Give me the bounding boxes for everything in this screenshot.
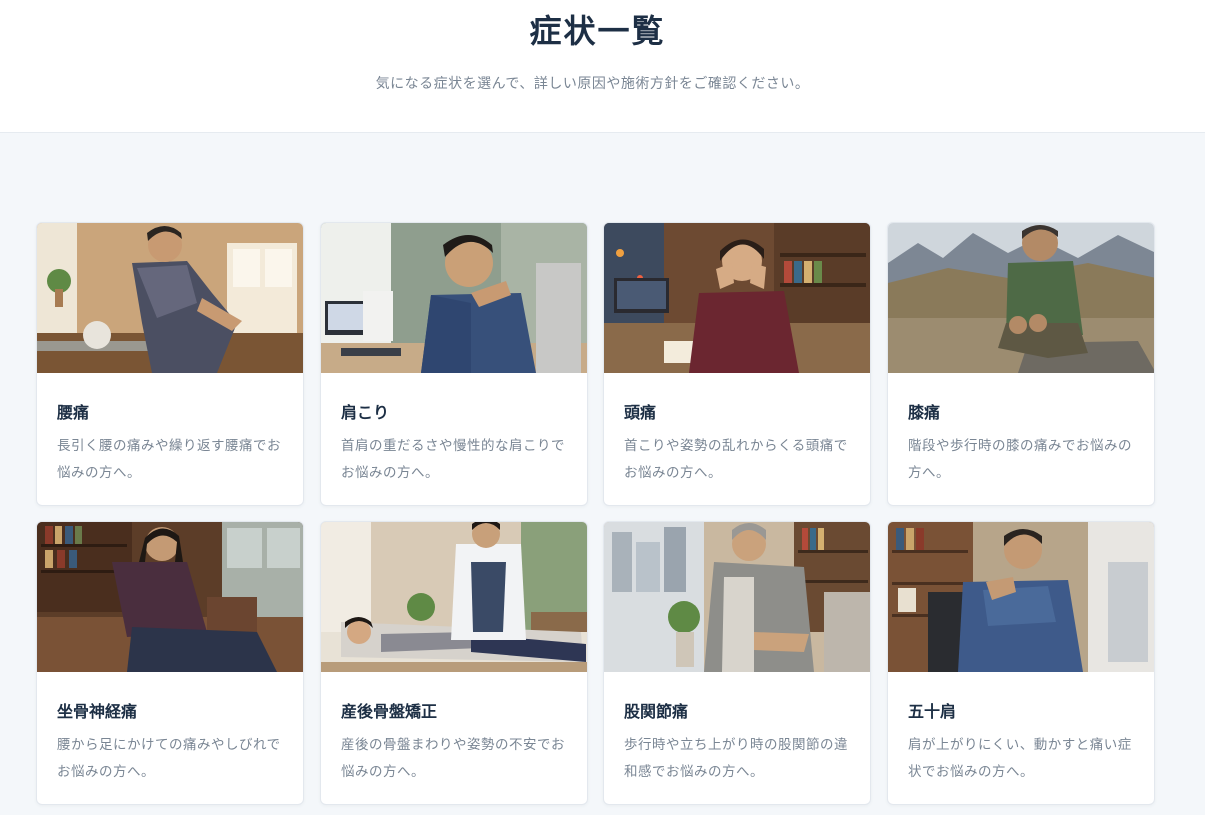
symptom-description: 長引く腰の痛みや繰り返す腰痛でお悩みの方へ。	[57, 438, 281, 481]
page-title: 症状一覧	[529, 12, 666, 50]
symptom-title: 股関節痛	[624, 702, 689, 721]
symptom-photo-sciatica	[37, 522, 303, 672]
symptom-title: 五十肩	[908, 702, 957, 721]
symptom-title: 産後骨盤矯正	[341, 702, 438, 721]
symptom-card-lower-back-pain[interactable]: 腰痛 長引く腰の痛みや繰り返す腰痛でお悩みの方へ。	[36, 222, 304, 506]
symptom-description: 肩が上がりにくい、動かすと痛い症状でお悩みの方へ。	[908, 737, 1132, 780]
symptom-photo-frozen-shoulder	[888, 522, 1154, 672]
symptom-photo-stiff-shoulders	[321, 223, 587, 373]
symptom-description: 首こりや姿勢の乱れからくる頭痛でお悩みの方へ。	[624, 438, 848, 481]
symptom-card-sciatica[interactable]: 坐骨神経痛 腰から足にかけての痛みやしびれでお悩みの方へ。	[36, 521, 304, 805]
symptom-card-headache[interactable]: 頭痛 首こりや姿勢の乱れからくる頭痛でお悩みの方へ。	[603, 222, 871, 506]
symptom-description: 産後の骨盤まわりや姿勢の不安でお悩みの方へ。	[341, 737, 565, 780]
symptom-description: 腰から足にかけての痛みやしびれでお悩みの方へ。	[57, 737, 281, 780]
page-subtitle: 気になる症状を選んで、詳しい原因や施術方針をご確認ください。	[375, 76, 810, 92]
symptom-title: 腰痛	[57, 403, 90, 422]
symptom-card-hip-joint-pain[interactable]: 股関節痛 歩行時や立ち上がり時の股関節の違和感でお悩みの方へ。	[603, 521, 871, 805]
symptom-card-frozen-shoulder[interactable]: 五十肩 肩が上がりにくい、動かすと痛い症状でお悩みの方へ。	[887, 521, 1155, 805]
symptom-card-stiff-shoulders[interactable]: 肩こり 首肩の重だるさや慢性的な肩こりでお悩みの方へ。	[320, 222, 588, 506]
symptom-description: 階段や歩行時の膝の痛みでお悩みの方へ。	[908, 438, 1132, 481]
symptom-card-postpartum-pelvis[interactable]: 産後骨盤矯正 産後の骨盤まわりや姿勢の不安でお悩みの方へ。	[320, 521, 588, 805]
symptom-photo-hip-joint-pain	[604, 522, 870, 672]
symptom-title: 肩こり	[341, 403, 390, 422]
symptom-title: 膝痛	[908, 403, 941, 422]
symptom-card-knee-pain[interactable]: 膝痛 階段や歩行時の膝の痛みでお悩みの方へ。	[887, 222, 1155, 506]
symptom-title: 頭痛	[624, 403, 657, 422]
symptom-title: 坐骨神経痛	[57, 702, 138, 721]
symptom-description: 歩行時や立ち上がり時の股関節の違和感でお悩みの方へ。	[624, 737, 848, 780]
symptom-photo-knee-pain	[888, 223, 1154, 373]
symptom-description: 首肩の重だるさや慢性的な肩こりでお悩みの方へ。	[341, 438, 565, 481]
symptom-photo-postpartum-pelvis	[321, 522, 587, 672]
page-header: 症状一覧 気になる症状を選んで、詳しい原因や施術方針をご確認ください。	[0, 0, 1205, 133]
symptom-photo-headache	[604, 223, 870, 373]
symptom-photo-lower-back-pain	[37, 223, 303, 373]
